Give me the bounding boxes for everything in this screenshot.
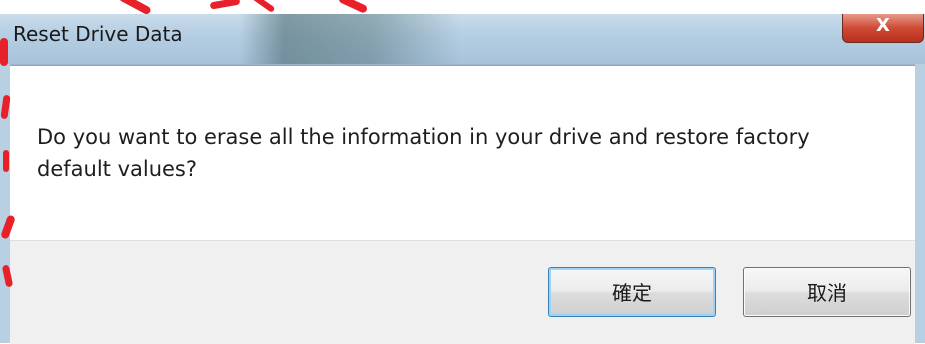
title-bar-glass bbox=[240, 14, 460, 64]
dialog-content: Do you want to erase all the information… bbox=[10, 65, 915, 241]
annotation-stroke-top-3 bbox=[250, 0, 276, 13]
close-button[interactable]: X bbox=[842, 14, 924, 43]
close-icon: X bbox=[876, 15, 890, 36]
window-frame-right bbox=[915, 64, 925, 343]
title-bar[interactable]: Reset Drive Data X bbox=[0, 14, 925, 65]
window-title: Reset Drive Data bbox=[13, 22, 183, 46]
annotation-stroke-left-3 bbox=[3, 150, 9, 172]
annotation-stroke-top-4 bbox=[337, 0, 369, 14]
annotation-stroke-left-1 bbox=[0, 38, 8, 66]
reset-drive-data-dialog: Reset Drive Data X Do you want to erase … bbox=[0, 0, 925, 344]
ok-button[interactable]: 確定 bbox=[548, 267, 716, 317]
dialog-footer: 確定 取消 bbox=[10, 240, 915, 344]
confirmation-message: Do you want to erase all the information… bbox=[37, 125, 810, 181]
cancel-button[interactable]: 取消 bbox=[743, 267, 911, 317]
annotation-stroke-top-2 bbox=[209, 0, 241, 10]
